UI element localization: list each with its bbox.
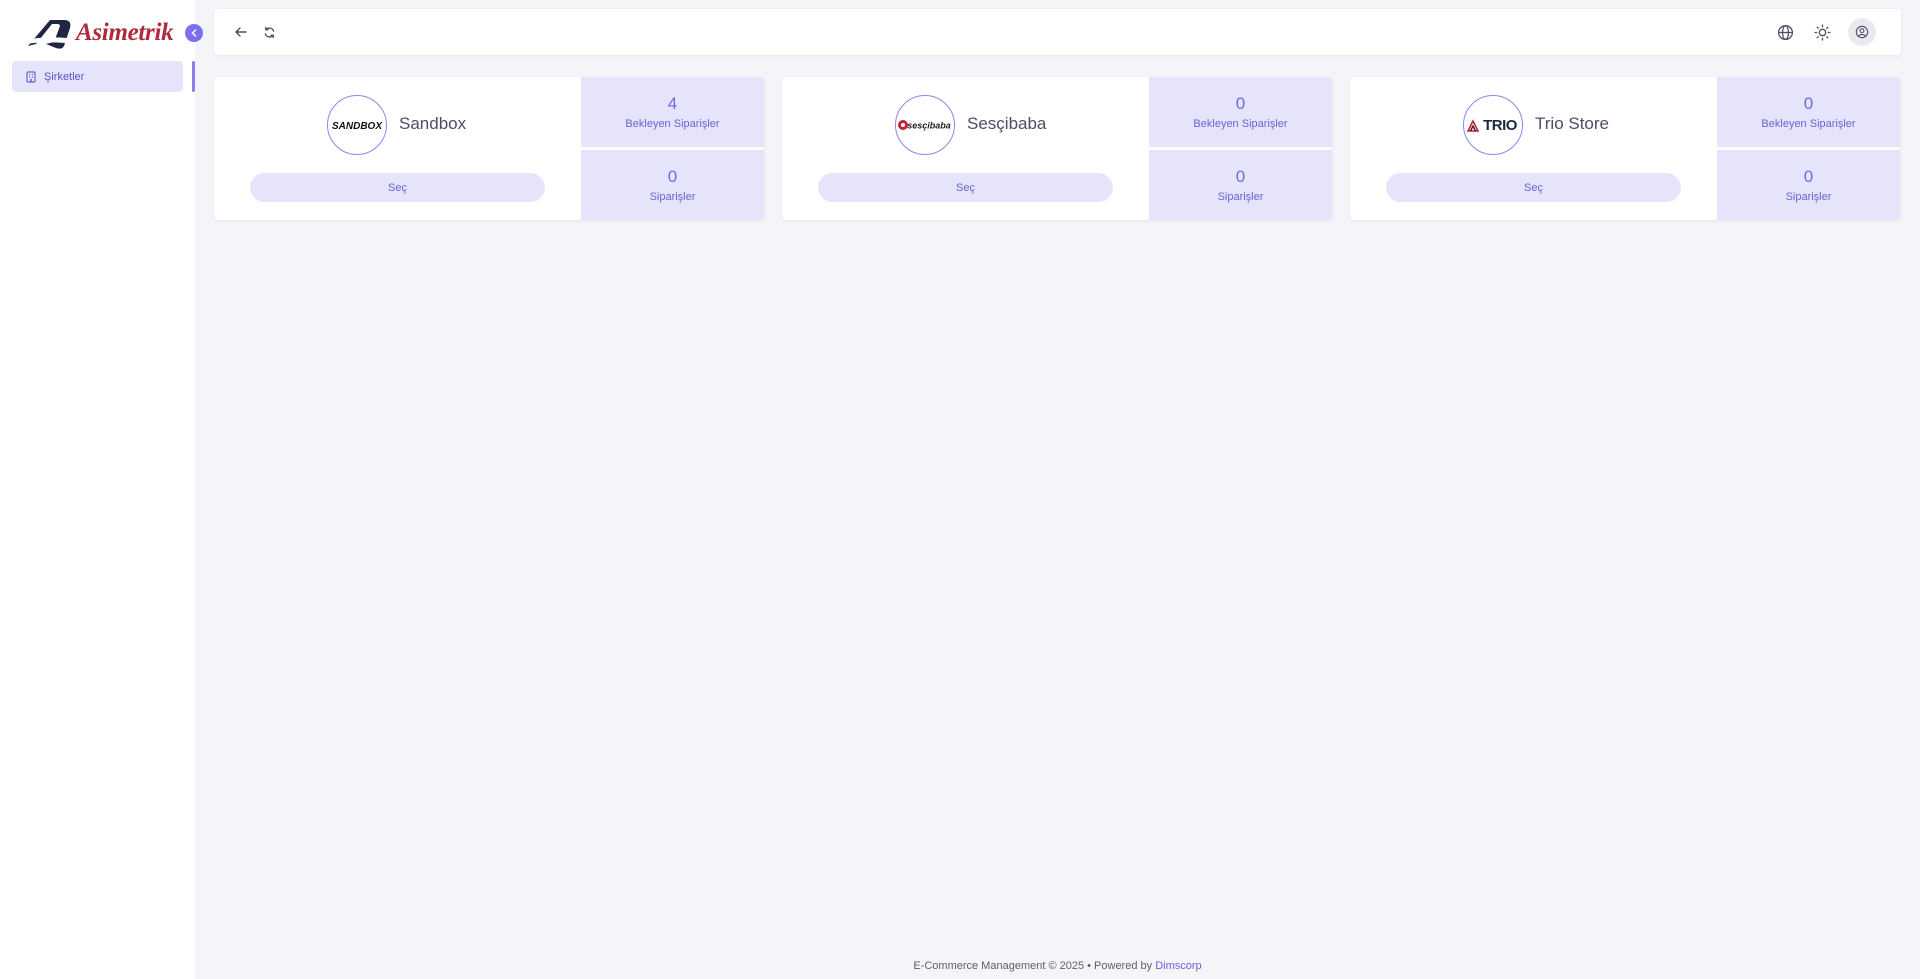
refresh-button[interactable]: [258, 9, 280, 55]
pending-orders-label: Bekleyen Siparişler: [1193, 118, 1288, 130]
topbar: [214, 9, 1901, 55]
orders-label: Siparişler: [1217, 191, 1264, 203]
user-circle-icon: [1855, 25, 1869, 39]
company-name: Sesçibaba: [967, 114, 1047, 133]
theme-toggle-button[interactable]: [1811, 9, 1833, 55]
company-logo-trio: TRIO: [1463, 95, 1523, 155]
pending-orders-label: Bekleyen Siparişler: [1761, 118, 1856, 130]
sidebar: Asimetrik Şirketler: [0, 0, 195, 979]
pending-orders-stat[interactable]: 4 Bekleyen Siparişler: [581, 77, 764, 147]
back-button[interactable]: [230, 9, 252, 55]
orders-stat[interactable]: 0 Siparişler: [1149, 150, 1332, 220]
company-card-main: SANDBOX Sandbox Seç: [214, 77, 581, 220]
sun-icon: [1813, 23, 1831, 41]
orders-count: 0: [667, 167, 678, 186]
trio-logo-icon: TRIO: [1466, 117, 1518, 134]
footer-link-dimscorp[interactable]: Dimscorp: [1155, 960, 1201, 972]
footer-text: E-Commerce Management © 2025 • Powered b…: [913, 960, 1153, 972]
sidebar-collapse-button[interactable]: [185, 24, 203, 42]
user-menu-button[interactable]: [1848, 18, 1876, 46]
sandbox-logo-icon: SANDBOX: [332, 121, 383, 132]
refresh-icon: [264, 26, 274, 38]
company-card-main: TRIO Trio Store Seç: [1350, 77, 1717, 220]
pending-orders-count: 0: [1803, 94, 1814, 113]
company-card-sandbox: SANDBOX Sandbox Seç 4 Bekleyen Siparişle…: [214, 77, 764, 220]
sidebar-item-label: Şirketler: [44, 70, 85, 83]
pending-orders-count: 0: [1235, 94, 1246, 113]
asimetrik-logo-icon: [26, 20, 71, 49]
sidebar-active-indicator: [192, 61, 195, 92]
pending-orders-stat[interactable]: 0 Bekleyen Siparişler: [1149, 77, 1332, 147]
arrow-left-icon: [235, 27, 247, 37]
trio-logo-text: TRIO: [1483, 117, 1518, 134]
company-name: Trio Store: [1535, 114, 1610, 133]
orders-label: Siparişler: [649, 191, 696, 203]
sidebar-item-sirketler[interactable]: Şirketler: [12, 61, 183, 92]
app: Asimetrik Şirketler SANDBOX Sandbox Seç …: [0, 0, 1920, 979]
company-card-sescibaba: sesçibaba Sesçibaba Seç 0 Bekleyen Sipar…: [782, 77, 1332, 220]
chevron-left-icon: [191, 29, 197, 37]
orders-stat[interactable]: 0 Siparişler: [1717, 150, 1900, 220]
footer: E-Commerce Management © 2025 • Powered b…: [195, 960, 1920, 972]
select-company-button[interactable]: Seç: [250, 173, 545, 202]
building-icon: [26, 70, 36, 83]
language-button[interactable]: [1774, 9, 1796, 55]
orders-count: 0: [1235, 167, 1246, 186]
orders-count: 0: [1803, 167, 1814, 186]
company-card-main: sesçibaba Sesçibaba Seç: [782, 77, 1149, 220]
company-logo-sandbox: SANDBOX: [327, 95, 387, 155]
pending-orders-stat[interactable]: 0 Bekleyen Siparişler: [1717, 77, 1900, 147]
select-company-button[interactable]: Seç: [1386, 173, 1681, 202]
select-company-button[interactable]: Seç: [818, 173, 1113, 202]
sescibaba-logo-text: sesçibaba: [907, 121, 951, 131]
company-logo-sescibaba: sesçibaba: [895, 95, 955, 155]
orders-stat[interactable]: 0 Siparişler: [581, 150, 764, 220]
sescibaba-logo-icon: sesçibaba: [898, 120, 951, 131]
sandbox-logo-text: SANDBOX: [332, 121, 383, 132]
pending-orders-count: 4: [667, 94, 678, 113]
company-card-trio-store: TRIO Trio Store Seç 0 Bekleyen Siparişle…: [1350, 77, 1900, 220]
pending-orders-label: Bekleyen Siparişler: [625, 118, 720, 130]
company-name: Sandbox: [399, 114, 467, 133]
orders-label: Siparişler: [1785, 191, 1832, 203]
brand-logo[interactable]: Asimetrik: [24, 16, 174, 50]
brand-name: Asimetrik: [76, 19, 174, 46]
globe-icon: [1777, 24, 1793, 40]
